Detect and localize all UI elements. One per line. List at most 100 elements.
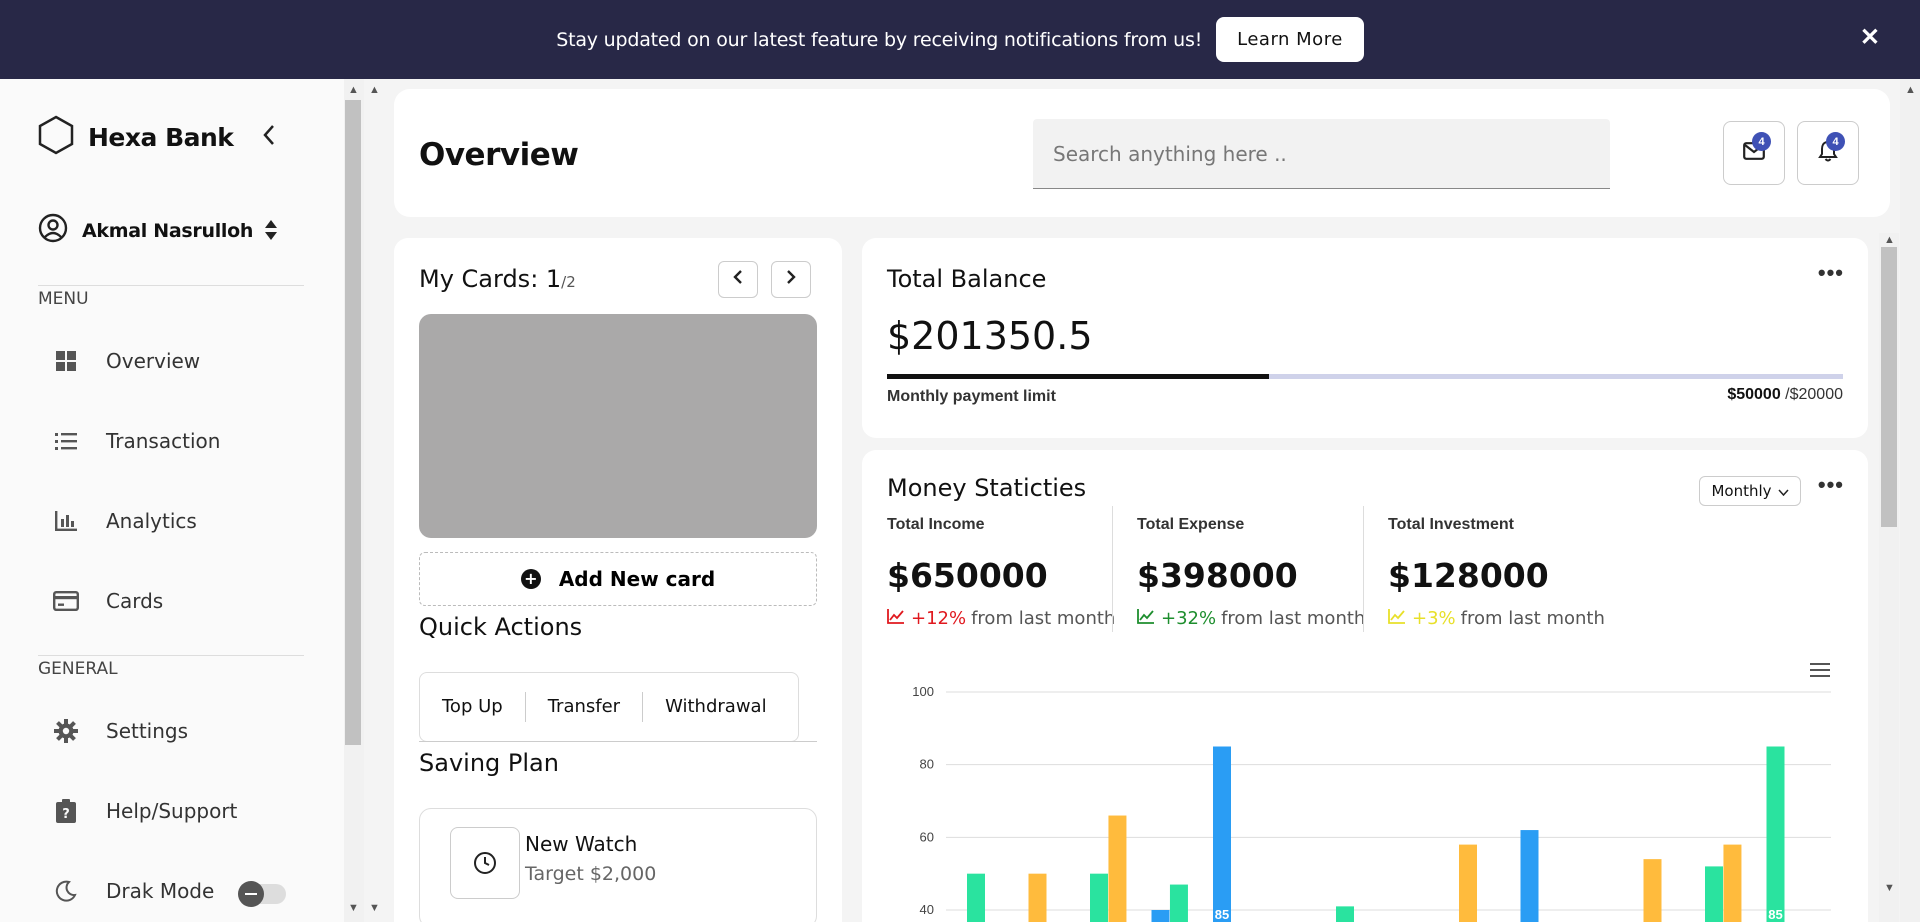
money-bar-chart: 100 80 60 40 85 85 [912, 684, 1831, 922]
balance-amount: $201350.5 [887, 314, 1093, 358]
brand[interactable]: Hexa Bank [38, 115, 234, 160]
chart-bar[interactable] [1151, 910, 1170, 922]
sidebar-item-label: Analytics [106, 509, 197, 533]
more-options-icon[interactable]: ••• [1818, 260, 1844, 286]
saving-plan-item[interactable]: New Watch Target $2,000 [419, 808, 817, 922]
chart-bar[interactable] [1520, 830, 1539, 922]
learn-more-button[interactable]: Learn More [1216, 17, 1364, 62]
menu-section-label: MENU [38, 289, 89, 309]
chart-bar[interactable] [1766, 746, 1785, 922]
stats-title: Money Staticties [887, 474, 1087, 502]
chart-bar[interactable] [1028, 873, 1047, 922]
chart-bar[interactable] [1643, 859, 1662, 922]
user-switcher[interactable]: Akmal Nasrulloh [38, 213, 253, 248]
scroll-down-arrow-icon[interactable]: ▼ [348, 902, 359, 914]
sidebar-item-label: Settings [106, 719, 189, 743]
more-options-icon[interactable]: ••• [1818, 472, 1844, 498]
chevron-left-icon[interactable] [262, 124, 276, 151]
header: Overview 4 4 [394, 89, 1890, 217]
period-select[interactable]: Monthly [1699, 476, 1801, 506]
payment-limit-bar [887, 374, 1843, 379]
notifications-button[interactable]: 4 [1797, 121, 1859, 185]
chart-bar[interactable] [1108, 815, 1127, 922]
stat-change-text: from last month [1221, 608, 1366, 629]
sidebar-item-cards[interactable]: Cards [52, 587, 163, 615]
scroll-down-arrow-icon[interactable]: ▼ [1884, 882, 1895, 894]
trend-up-icon [1137, 608, 1155, 629]
limit-value: $50000 /$20000 [1727, 386, 1843, 404]
stat-change: +12% from last month [887, 608, 1115, 629]
top-up-button[interactable]: Top Up [420, 692, 526, 722]
chart-bar[interactable] [1705, 866, 1723, 922]
sidebar-item-label: Help/Support [106, 799, 238, 823]
plan-name: New Watch [525, 832, 638, 856]
sidebar-item-transaction[interactable]: Transaction [52, 427, 220, 455]
clipboard-help-icon: ? [52, 797, 80, 825]
stat-label: Total Investment [1388, 516, 1514, 533]
main-scrollbar-thumb[interactable] [1881, 247, 1897, 527]
chart-bar[interactable] [1213, 746, 1231, 922]
transfer-button[interactable]: Transfer [526, 692, 644, 722]
y-tick-label: 100 [912, 684, 934, 699]
plan-target: Target $2,000 [525, 863, 657, 885]
svg-text:?: ? [62, 807, 70, 822]
dark-mode-toggle[interactable] [238, 881, 286, 907]
chart-bar[interactable] [967, 873, 985, 922]
sort-arrows-icon[interactable] [264, 219, 278, 246]
stat-value: $650000 [887, 556, 1048, 595]
sidebar-item-analytics[interactable]: Analytics [52, 507, 197, 535]
page-scrollbar[interactable] [1900, 79, 1920, 922]
close-icon[interactable]: ✕ [1860, 26, 1880, 50]
scroll-up-arrow-icon[interactable]: ▲ [348, 84, 359, 96]
grid-icon [52, 347, 80, 375]
add-card-label: Add New card [558, 567, 716, 591]
sidebar-item-dark-mode[interactable]: Drak Mode [52, 877, 214, 905]
saving-plan-title: Saving Plan [419, 749, 559, 777]
scroll-up-arrow-icon[interactable]: ▲ [1905, 84, 1916, 96]
scroll-up-arrow-icon[interactable]: ▲ [1884, 234, 1895, 246]
sidebar-item-label: Drak Mode [106, 879, 215, 903]
limit-max: /$20000 [1780, 386, 1843, 403]
y-tick-label: 80 [920, 757, 934, 772]
trend-up-icon [887, 608, 905, 629]
chart-bar[interactable] [1336, 906, 1354, 922]
chart-bar[interactable] [1459, 844, 1477, 922]
chart-bar[interactable] [1090, 873, 1108, 922]
stat-value: $398000 [1137, 556, 1298, 595]
sidebar-item-settings[interactable]: Settings [52, 717, 188, 745]
scroll-up-arrow-icon[interactable]: ▲ [369, 84, 380, 96]
user-name: Akmal Nasrulloh [82, 219, 254, 242]
mail-button[interactable]: 4 [1723, 121, 1785, 185]
prev-card-button[interactable] [718, 261, 758, 298]
stat-change: +3% from last month [1388, 608, 1605, 629]
y-tick-label: 40 [920, 902, 934, 917]
chart-bar[interactable] [1169, 884, 1188, 922]
divider [38, 655, 304, 656]
sidebar-item-help-support[interactable]: ? Help/Support [52, 797, 237, 825]
scroll-down-arrow-icon[interactable]: ▼ [369, 902, 380, 914]
search-input[interactable] [1033, 119, 1610, 189]
gear-icon [52, 717, 80, 745]
sidebar-item-label: Transaction [106, 429, 221, 453]
plus-circle-icon: + [520, 569, 541, 589]
mail-badge: 4 [1752, 132, 1771, 151]
money-statistics-card: Money Staticties Monthly ••• Total Incom… [862, 450, 1868, 922]
card-image-placeholder[interactable] [419, 314, 817, 538]
chart-bar[interactable] [1723, 844, 1742, 922]
stat-value: $128000 [1388, 556, 1549, 595]
divider [419, 741, 817, 742]
sidebar: Hexa Bank Akmal Nasrulloh MENU Overview … [0, 79, 344, 922]
withdrawal-button[interactable]: Withdrawal [643, 692, 788, 722]
next-card-button[interactable] [771, 261, 811, 298]
brand-name: Hexa Bank [88, 123, 234, 152]
quick-actions-title: Quick Actions [419, 613, 583, 641]
stat-change: +32% from last month [1137, 608, 1365, 629]
hexagon-logo-icon [38, 115, 74, 160]
y-tick-label: 60 [920, 829, 934, 844]
chevron-left-icon [733, 269, 743, 290]
sidebar-item-overview[interactable]: Overview [52, 347, 200, 375]
add-new-card-button[interactable]: + Add New card [419, 552, 817, 606]
notification-banner: Stay updated on our latest feature by re… [0, 0, 1920, 79]
sidebar-scrollbar-thumb[interactable] [345, 100, 361, 745]
notifications-badge: 4 [1826, 132, 1845, 151]
